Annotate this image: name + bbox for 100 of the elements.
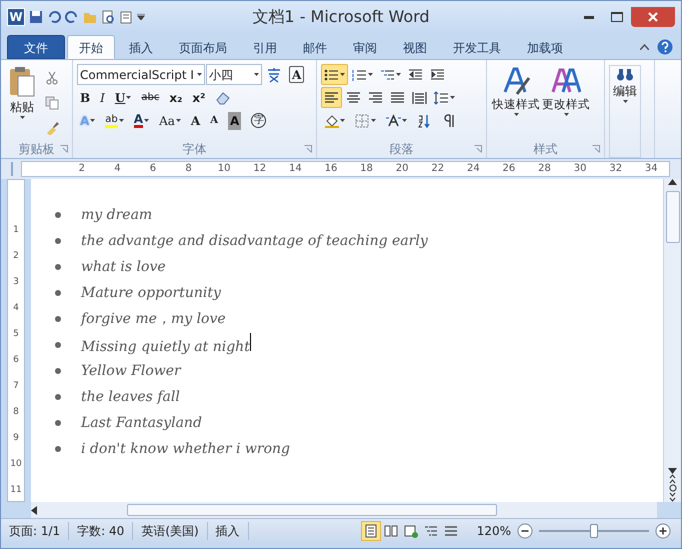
folder-icon	[83, 10, 97, 24]
ribbon-tab[interactable]: 视图	[391, 35, 439, 59]
ribbon-tab[interactable]: 引用	[241, 35, 289, 59]
ribbon-tab[interactable]: 加载项	[515, 35, 575, 59]
zoom-out-button[interactable]	[515, 520, 535, 540]
ribbon-tab[interactable]: 开发工具	[441, 35, 513, 59]
ribbon-tab[interactable]: 开始	[67, 35, 115, 59]
help-icon	[657, 39, 673, 55]
copy-icon	[45, 96, 59, 110]
page-count[interactable]: 页面: 1/1	[9, 522, 60, 540]
font-name-field[interactable]: CommercialScript I	[77, 64, 205, 85]
multilevel-list-icon	[380, 68, 395, 82]
change-styles-button[interactable]: 更改样式	[541, 63, 591, 140]
document-icon	[119, 10, 133, 24]
character-border-button[interactable]: A	[289, 66, 304, 83]
view-icon	[424, 524, 438, 538]
dialog-launcher-icon	[304, 145, 312, 153]
bullet-icon	[55, 316, 61, 322]
bold-button[interactable]: B	[77, 87, 94, 108]
word-app-icon[interactable]: W	[7, 8, 25, 26]
bullet-icon	[55, 420, 61, 426]
align-center-icon	[346, 90, 361, 104]
italic-button[interactable]: I	[97, 87, 108, 108]
underline-button[interactable]: U	[112, 87, 134, 108]
ruler-number: 32	[608, 162, 624, 176]
bullets-button[interactable]	[321, 64, 348, 85]
view-icon	[404, 524, 418, 538]
zoom-level[interactable]: 120%	[476, 522, 511, 540]
ruler-number: 8	[184, 162, 193, 176]
font-size-field[interactable]: 小四	[206, 64, 262, 85]
ruler-number: 16	[324, 162, 338, 176]
zoom-slider-thumb[interactable]	[590, 524, 598, 538]
caret-icon	[371, 119, 376, 122]
list-item-text: the leaves fall	[81, 388, 180, 406]
clipboard-icon	[9, 66, 35, 98]
bullet-icon	[55, 342, 61, 348]
ruler-number: 28	[537, 162, 552, 176]
ribbon-tab[interactable]: 邮件	[291, 35, 339, 59]
justify-icon	[390, 90, 405, 104]
phonetic-guide-icon	[266, 66, 282, 82]
group-label: 段落	[390, 141, 414, 158]
language-indicator[interactable]: 英语(美国)	[141, 522, 199, 540]
font-color-button[interactable]: A	[130, 110, 152, 131]
ribbon-tab[interactable]: 插入	[117, 35, 165, 59]
ruler-number: 4	[113, 162, 122, 176]
subscript-button[interactable]: x₂	[166, 87, 186, 108]
dialog-launcher-icon	[592, 145, 600, 153]
styled-a-icon	[501, 66, 531, 96]
bullet-icon	[55, 446, 61, 452]
word-count[interactable]: 字数: 40	[77, 522, 124, 540]
shrink-font-button[interactable]: A	[207, 110, 221, 131]
editing-button[interactable]: 编辑	[609, 65, 641, 158]
ruler-number: 6	[148, 162, 158, 176]
ruler-number: 6	[12, 354, 20, 368]
minimize-icon	[584, 16, 594, 18]
superscript-button[interactable]: x²	[189, 87, 208, 108]
caret-icon	[254, 73, 259, 76]
ribbon-tab[interactable]: 审阅	[341, 35, 389, 59]
ruler-number: 24	[466, 162, 481, 176]
grow-font-button[interactable]: A	[188, 110, 204, 131]
insert-mode-indicator[interactable]: 插入	[216, 522, 240, 540]
strikethrough-button[interactable]: abc	[138, 87, 162, 108]
bullet-icon	[55, 394, 61, 400]
paste-button[interactable]: 粘贴	[5, 63, 39, 140]
ruler-number: 22	[430, 162, 446, 176]
dialog-launcher-icon	[60, 145, 68, 153]
list-item-text: what is love	[81, 258, 166, 276]
scrollbar-thumb[interactable]	[127, 504, 497, 516]
dialog-launcher-icon	[474, 145, 482, 153]
align-left-button[interactable]	[321, 87, 342, 108]
save-icon	[29, 10, 43, 24]
scrollbar-thumb[interactable]	[666, 191, 680, 243]
text-spacing-icon	[386, 114, 401, 128]
bullet-icon	[55, 238, 61, 244]
group-label: 样式	[534, 141, 558, 158]
view-icon	[444, 524, 458, 538]
line-spacing-icon	[434, 90, 449, 104]
zoom-in-button[interactable]	[653, 520, 673, 540]
file-menu-button[interactable]: 文件	[7, 35, 65, 59]
list-item-text: Last Fantasyland	[81, 414, 202, 432]
scissors-icon	[45, 70, 59, 84]
ruler-number: 1	[12, 224, 20, 238]
bullet-icon	[55, 290, 61, 296]
view-icon	[364, 524, 378, 538]
caret-icon	[340, 73, 345, 76]
quick-styles-button[interactable]: 快速样式	[491, 63, 541, 140]
change-case-button[interactable]: Aa	[156, 110, 184, 131]
ruler-number: 34	[644, 162, 659, 176]
previous-page-icon	[669, 474, 676, 484]
list-item-text: Missing quietly at night	[81, 332, 251, 358]
distributed-icon	[412, 90, 427, 104]
bullet-icon	[55, 368, 61, 374]
ribbon-tab[interactable]: 页面布局	[167, 35, 239, 59]
highlight-button[interactable]: ab	[102, 110, 127, 131]
sort-icon	[417, 114, 432, 128]
browse-object-icon	[668, 484, 676, 492]
ruler-number: 20	[394, 162, 410, 176]
close-button[interactable]	[631, 7, 675, 27]
caret-icon	[90, 119, 96, 122]
print-layout-button[interactable]	[360, 520, 381, 540]
